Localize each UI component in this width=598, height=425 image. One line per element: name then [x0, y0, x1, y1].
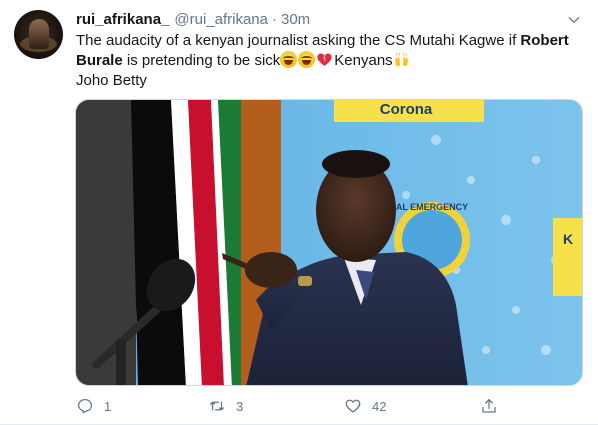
- reply-button[interactable]: 1: [76, 392, 111, 420]
- tweet-text-bold1: Robert: [520, 32, 569, 49]
- user-handle[interactable]: @rui_afrikana: [174, 11, 268, 28]
- tweet-text-part2: is pretending to be sick: [122, 52, 281, 69]
- reply-count: 1: [104, 398, 112, 414]
- avatar[interactable]: [14, 10, 63, 59]
- sign-badge-text: AL EMERGENCY: [396, 202, 468, 212]
- timestamp[interactable]: 30m: [281, 11, 310, 28]
- sign-top-text: Corona: [380, 101, 433, 118]
- tweet-text: The audacity of a kenyan journalist aski…: [76, 31, 581, 91]
- retweet-count: 3: [236, 398, 244, 414]
- retweet-icon: [209, 401, 225, 411]
- like-count: 42: [372, 398, 387, 414]
- tweet-text-part3: Kenyans: [334, 52, 393, 69]
- retweet-button[interactable]: 3: [208, 392, 243, 420]
- tweet-header: rui_afrikana_ @rui_afrikana · 30m: [76, 9, 310, 29]
- tweet-actions: 1 3 42: [76, 392, 581, 420]
- laughing-emoji-icon: [280, 51, 298, 68]
- press-briefing-photo: Corona AL EMERGENCY K: [76, 100, 582, 385]
- tweet-text-part1: The audacity of a kenyan journalist aski…: [76, 32, 521, 49]
- broken-heart-emoji-icon: [316, 51, 333, 68]
- raising-hands-emoji-icon: [393, 51, 410, 68]
- share-button[interactable]: [480, 392, 498, 420]
- separator-dot: ·: [272, 10, 277, 28]
- tweet-card[interactable]: rui_afrikana_ @rui_afrikana · 30m The au…: [0, 0, 598, 425]
- tweet-text-bold2: Burale: [76, 52, 123, 69]
- chevron-down-icon[interactable]: [566, 12, 582, 28]
- like-button[interactable]: 42: [344, 392, 386, 420]
- share-icon: [482, 398, 496, 413]
- laughing-emoji-icon: [298, 51, 316, 68]
- heart-icon: [345, 399, 361, 413]
- display-name[interactable]: rui_afrikana_: [76, 11, 169, 28]
- tweet-text-line3: Joho Betty: [76, 72, 147, 89]
- reply-icon: [77, 398, 93, 414]
- tweet-photo[interactable]: Corona AL EMERGENCY K: [75, 99, 583, 386]
- sign-right-text: K: [563, 231, 573, 247]
